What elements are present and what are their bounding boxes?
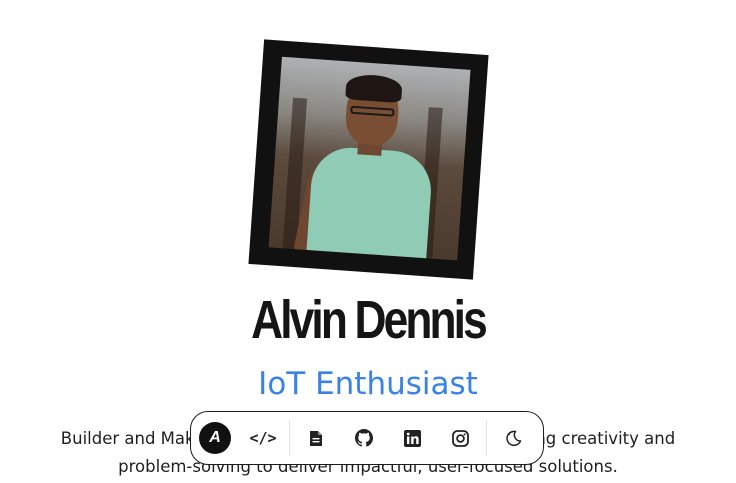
- code-icon: </>: [249, 429, 277, 447]
- instagram-icon: [451, 429, 469, 447]
- github-icon: [355, 429, 373, 447]
- profile-photo-frame: [248, 39, 489, 280]
- home-logo-button[interactable]: A: [199, 422, 231, 454]
- logo-text: A: [209, 429, 221, 446]
- moon-icon: [505, 430, 521, 446]
- code-button[interactable]: </>: [239, 414, 287, 462]
- github-button[interactable]: [340, 414, 388, 462]
- instagram-button[interactable]: [436, 414, 484, 462]
- profile-name: Alvin Dennis: [251, 290, 488, 350]
- dock-divider: [486, 420, 487, 456]
- profile-photo: [268, 56, 471, 261]
- dock-divider: [289, 420, 290, 456]
- resume-button[interactable]: [292, 414, 340, 462]
- dock-toolbar: A </>: [190, 411, 544, 465]
- document-icon: [310, 430, 322, 446]
- theme-toggle-button[interactable]: [489, 414, 537, 462]
- linkedin-button[interactable]: [388, 414, 436, 462]
- profile-role: IoT Enthusiast: [258, 366, 478, 402]
- linkedin-icon: [403, 429, 421, 447]
